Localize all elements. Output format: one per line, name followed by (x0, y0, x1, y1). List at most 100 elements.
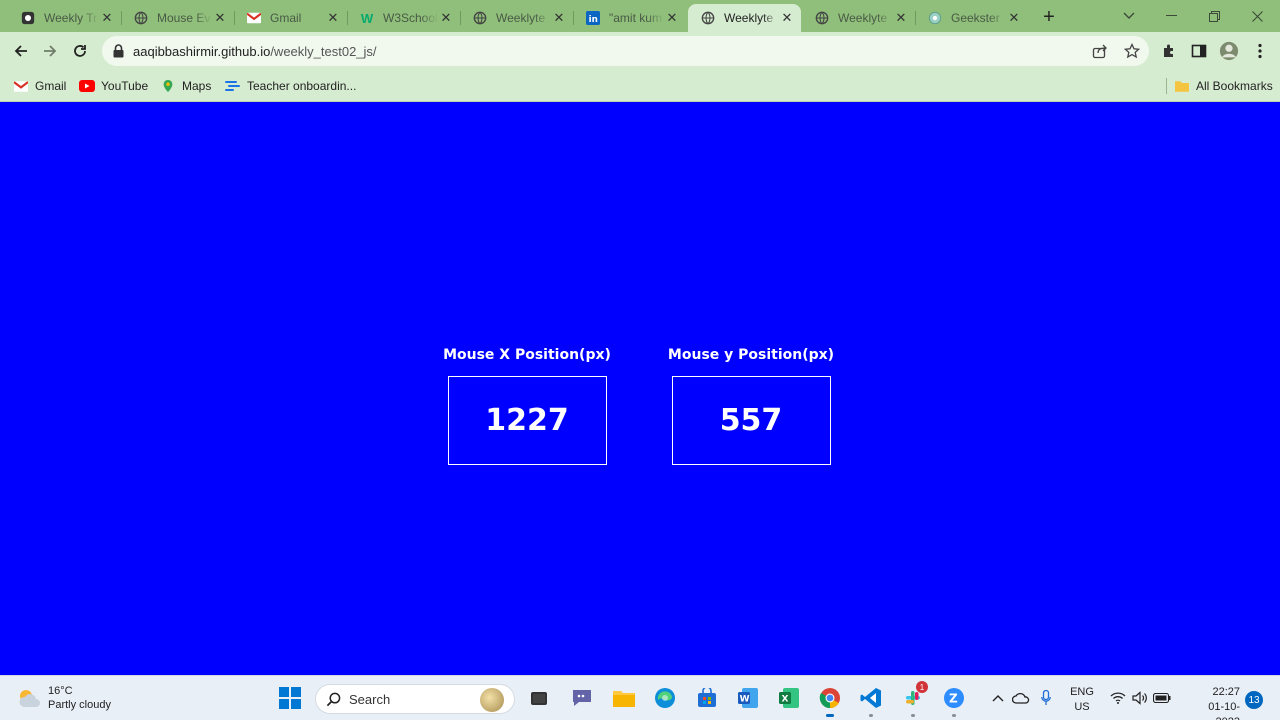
tab-linkedin[interactable]: in "amit kum ✕ (573, 4, 686, 32)
tab-title: Geekster (951, 11, 1000, 25)
microphone-icon[interactable] (1037, 688, 1055, 708)
share-icon[interactable] (1091, 42, 1109, 60)
close-icon (1251, 10, 1263, 22)
battery-icon[interactable] (1153, 688, 1171, 708)
svg-text:Z: Z (949, 692, 958, 706)
task-view-button[interactable] (526, 685, 552, 711)
wifi-icon[interactable] (1109, 688, 1127, 708)
extensions-icon[interactable] (1159, 41, 1179, 61)
tab-weeklyte-3[interactable]: Weeklyte ✕ (802, 4, 915, 32)
bookmark-label: Maps (182, 79, 212, 93)
tab-search-button[interactable] (1106, 0, 1152, 32)
reload-button[interactable] (66, 37, 94, 65)
teams-chat-button[interactable] (569, 685, 595, 711)
w3schools-icon: W (360, 10, 374, 26)
tab-weeklyte-active[interactable]: Weeklyte ✕ (688, 4, 801, 32)
restore-button[interactable] (1191, 0, 1237, 32)
mouse-y-card: Mouse y Position(px) 557 (661, 345, 841, 465)
mouse-x-label: Mouse X Position(px) (443, 347, 611, 363)
arrow-left-icon (14, 45, 27, 57)
lock-icon (113, 44, 124, 63)
avatar[interactable] (1219, 41, 1239, 61)
tab-title: Mouse Ev (157, 11, 211, 25)
tab-mouse-ev[interactable]: Mouse Ev ✕ (121, 4, 234, 32)
tab-weeklyte-1[interactable]: Weeklyte ✕ (460, 4, 573, 32)
geekster-icon (927, 10, 943, 26)
tab-title: Weekly Tr (44, 11, 98, 25)
url-path: /weekly_test02_js/ (270, 44, 377, 59)
slack-button[interactable]: 1 (900, 681, 928, 717)
bookmark-label: Gmail (35, 79, 67, 93)
tab-gmail[interactable]: Gmail ✕ (234, 4, 347, 32)
arrow-right-icon (44, 45, 57, 57)
maps-icon (160, 78, 176, 94)
tab-title: Weeklyte (838, 11, 888, 25)
close-window-button[interactable] (1234, 0, 1280, 32)
taskbar-search[interactable]: Search (315, 684, 515, 714)
zoom-button[interactable]: Z (941, 685, 967, 717)
close-icon[interactable]: ✕ (325, 10, 341, 26)
all-bookmarks-button[interactable]: All Bookmarks (1174, 77, 1273, 95)
bookmark-youtube[interactable]: YouTube (79, 77, 148, 95)
edge-button[interactable] (652, 685, 678, 711)
close-icon[interactable]: ✕ (893, 10, 909, 26)
folder-icon (1174, 78, 1190, 94)
bookmark-maps[interactable]: Maps (160, 77, 211, 95)
tab-title: W3Schools (383, 11, 438, 25)
word-button[interactable]: W (735, 685, 761, 711)
language-indicator[interactable]: ENG US (1070, 685, 1094, 715)
bookmark-teacher-onboarding[interactable]: Teacher onboardin... (225, 77, 356, 95)
close-icon[interactable]: ✕ (664, 10, 680, 26)
file-explorer-button[interactable] (611, 685, 637, 711)
chevron-up-icon[interactable] (989, 688, 1007, 708)
excel-button[interactable]: X (776, 685, 802, 711)
svg-text:X: X (782, 695, 789, 705)
bookmarks-bar: Gmail YouTube Maps Teacher onboardin... … (0, 70, 1280, 102)
tab-geekster[interactable]: Geekster ✕ (915, 4, 1028, 32)
tab-title: Gmail (270, 11, 302, 25)
chrome-icon (819, 688, 840, 709)
lang-bottom: US (1074, 701, 1090, 713)
clock-time: 22:27 (1212, 686, 1240, 698)
new-tab-button[interactable]: + (1038, 6, 1060, 28)
globe-icon (814, 10, 830, 26)
bookmark-label: Teacher onboardin... (247, 79, 357, 93)
task-view-icon (531, 692, 547, 705)
onedrive-icon[interactable] (1012, 688, 1030, 708)
back-button[interactable] (7, 37, 35, 65)
forward-button[interactable] (36, 37, 64, 65)
clock[interactable]: 22:27 01-10-2023 (1184, 685, 1240, 720)
weather-widget[interactable]: 16°C Partly cloudy (16, 684, 111, 712)
vscode-button[interactable] (858, 685, 884, 717)
start-button[interactable] (277, 685, 303, 711)
close-icon[interactable]: ✕ (212, 10, 228, 26)
menu-icon[interactable] (1250, 41, 1270, 61)
tab-w3schools[interactable]: W W3Schools ✕ (347, 4, 460, 32)
excel-icon: X (779, 688, 799, 708)
close-icon[interactable]: ✕ (779, 10, 795, 26)
restore-icon (1208, 10, 1220, 22)
chrome-button[interactable] (817, 685, 843, 717)
store-button[interactable] (694, 685, 720, 711)
gmail-icon (13, 78, 29, 94)
side-panel-icon[interactable] (1189, 41, 1209, 61)
mouse-x-card: Mouse X Position(px) 1227 (437, 345, 617, 465)
address-bar[interactable]: aaqibbashirmir.github.io/weekly_test02_j… (102, 36, 1149, 66)
notification-badge[interactable]: 13 (1245, 691, 1263, 709)
lang-top: ENG (1070, 686, 1094, 698)
close-icon[interactable]: ✕ (551, 10, 567, 26)
star-icon[interactable] (1123, 42, 1141, 60)
close-icon[interactable]: ✕ (1006, 10, 1022, 26)
bookmark-gmail[interactable]: Gmail (13, 77, 66, 95)
tab-weekly-tr[interactable]: Weekly Tr ✕ (8, 4, 121, 32)
minimize-button[interactable] (1148, 0, 1194, 32)
volume-icon[interactable] (1131, 688, 1149, 708)
windows-icon (279, 687, 301, 709)
lines-icon (225, 78, 241, 94)
close-icon[interactable]: ✕ (99, 10, 115, 26)
clock-date: 01-10-2023 (1208, 701, 1240, 720)
close-icon[interactable]: ✕ (438, 10, 454, 26)
bookmarks-divider (1166, 78, 1167, 94)
folder-icon (613, 691, 635, 707)
mouse-y-value: 557 (671, 376, 831, 465)
